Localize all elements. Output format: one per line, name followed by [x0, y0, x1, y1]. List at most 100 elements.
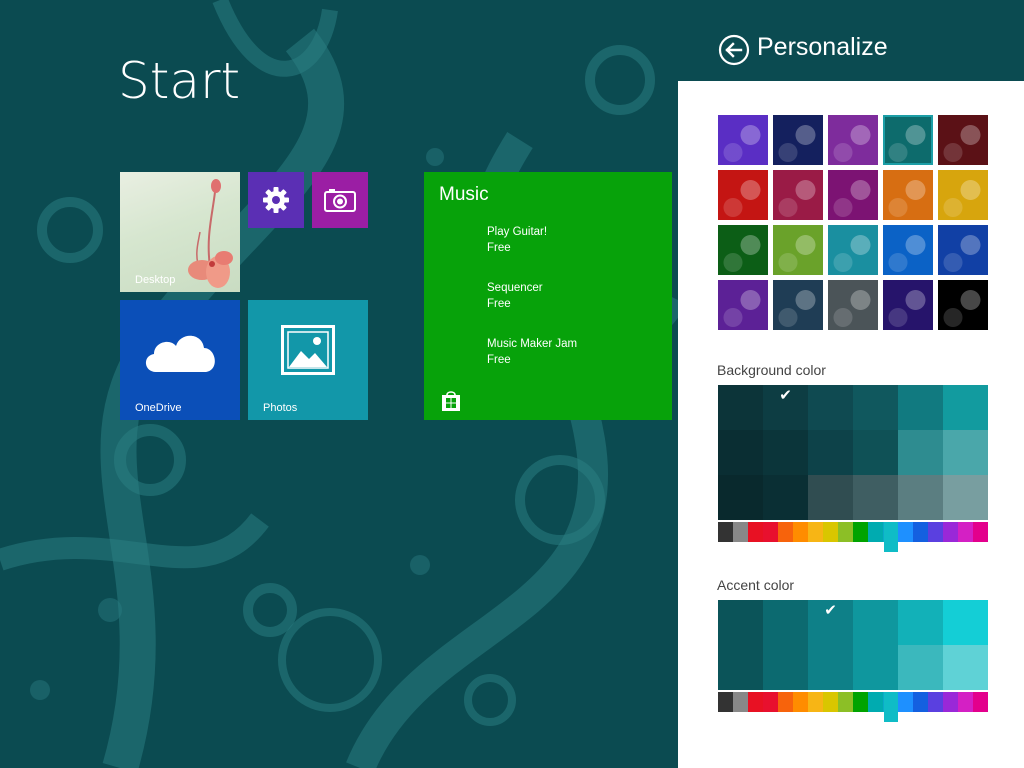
hue-segment[interactable] [838, 522, 853, 542]
color-swatch[interactable] [808, 430, 853, 475]
background-pattern-option[interactable] [773, 225, 823, 275]
background-pattern-option[interactable] [883, 170, 933, 220]
hue-segment[interactable] [913, 692, 928, 712]
color-swatch[interactable] [763, 600, 808, 645]
color-swatch[interactable] [808, 385, 853, 430]
hue-slider-thumb[interactable] [884, 692, 898, 722]
color-swatch[interactable] [898, 600, 943, 645]
background-pattern-option[interactable] [938, 115, 988, 165]
background-pattern-option[interactable] [773, 115, 823, 165]
hue-segment[interactable] [973, 692, 988, 712]
color-swatch[interactable] [853, 475, 898, 520]
background-pattern-option[interactable] [828, 280, 878, 330]
background-color-grid: ✔ [718, 385, 988, 520]
color-swatch[interactable] [853, 385, 898, 430]
back-arrow-icon[interactable] [718, 34, 750, 66]
color-swatch[interactable] [718, 385, 763, 430]
color-swatch[interactable] [943, 645, 988, 690]
start-title: Start [118, 52, 241, 110]
background-pattern-option[interactable] [773, 280, 823, 330]
background-pattern-grid [718, 115, 990, 331]
hue-segment[interactable] [973, 522, 988, 542]
color-swatch[interactable] [943, 600, 988, 645]
color-swatch[interactable] [763, 475, 808, 520]
hue-segment[interactable] [823, 692, 838, 712]
hue-segment[interactable] [778, 522, 793, 542]
hue-segment[interactable] [763, 692, 778, 712]
color-swatch[interactable]: ✔ [763, 385, 808, 430]
hue-segment[interactable] [838, 692, 853, 712]
background-pattern-option[interactable] [938, 170, 988, 220]
color-swatch[interactable] [763, 430, 808, 475]
background-pattern-option[interactable] [718, 225, 768, 275]
pc-settings-tile[interactable] [248, 172, 304, 228]
hue-segment[interactable] [748, 522, 763, 542]
background-pattern-option[interactable] [773, 170, 823, 220]
hue-segment[interactable] [718, 522, 733, 542]
hue-segment[interactable] [808, 692, 823, 712]
hue-segment[interactable] [913, 522, 928, 542]
background-pattern-option[interactable] [828, 170, 878, 220]
hue-slider-thumb[interactable] [884, 522, 898, 552]
color-swatch[interactable] [763, 645, 808, 690]
color-swatch[interactable] [853, 600, 898, 645]
background-pattern-option[interactable] [938, 225, 988, 275]
hue-segment[interactable] [823, 522, 838, 542]
color-swatch[interactable] [718, 475, 763, 520]
background-pattern-option[interactable] [718, 280, 768, 330]
color-swatch[interactable] [853, 430, 898, 475]
hue-segment[interactable] [718, 692, 733, 712]
store-icon [442, 391, 460, 411]
color-swatch[interactable] [898, 645, 943, 690]
pane-header: Personalize [678, 0, 1024, 81]
color-swatch[interactable] [898, 430, 943, 475]
hue-segment[interactable] [898, 522, 913, 542]
hue-segment[interactable] [808, 522, 823, 542]
color-swatch[interactable] [808, 645, 853, 690]
color-swatch[interactable] [898, 385, 943, 430]
hue-segment[interactable] [943, 692, 958, 712]
color-swatch[interactable] [943, 475, 988, 520]
background-pattern-option[interactable] [718, 170, 768, 220]
color-swatch[interactable] [718, 600, 763, 645]
photos-tile[interactable]: Photos [248, 300, 368, 420]
background-pattern-option[interactable] [883, 225, 933, 275]
store-music-tile[interactable]: Music Play Guitar! Free Sequencer Free M… [424, 172, 672, 420]
hue-segment[interactable] [958, 692, 973, 712]
hue-segment[interactable] [958, 522, 973, 542]
background-pattern-option[interactable] [718, 115, 768, 165]
hue-segment[interactable] [733, 692, 748, 712]
background-hue-slider[interactable] [718, 522, 988, 552]
hue-segment[interactable] [793, 522, 808, 542]
color-swatch[interactable] [898, 475, 943, 520]
hue-segment[interactable] [943, 522, 958, 542]
color-swatch[interactable] [943, 430, 988, 475]
color-swatch[interactable] [853, 645, 898, 690]
color-swatch[interactable] [808, 475, 853, 520]
color-swatch[interactable]: ✔ [808, 600, 853, 645]
hue-segment[interactable] [778, 692, 793, 712]
background-pattern-option[interactable] [883, 280, 933, 330]
background-pattern-option[interactable] [883, 115, 933, 165]
color-swatch[interactable] [718, 645, 763, 690]
color-swatch[interactable] [718, 430, 763, 475]
desktop-tile[interactable]: Desktop [120, 172, 240, 292]
hue-segment[interactable] [928, 692, 943, 712]
hue-segment[interactable] [898, 692, 913, 712]
camera-tile[interactable] [312, 172, 368, 228]
hue-segment[interactable] [763, 522, 778, 542]
hue-segment[interactable] [853, 522, 868, 542]
hue-segment[interactable] [748, 692, 763, 712]
color-swatch[interactable] [943, 385, 988, 430]
background-pattern-option[interactable] [938, 280, 988, 330]
background-pattern-option[interactable] [828, 115, 878, 165]
hue-segment[interactable] [733, 522, 748, 542]
hue-segment[interactable] [853, 692, 868, 712]
background-pattern-option[interactable] [828, 225, 878, 275]
hue-segment[interactable] [793, 692, 808, 712]
hue-segment[interactable] [928, 522, 943, 542]
onedrive-tile[interactable]: OneDrive [120, 300, 240, 420]
hue-segment[interactable] [868, 522, 883, 542]
hue-segment[interactable] [868, 692, 883, 712]
accent-hue-slider[interactable] [718, 692, 988, 722]
